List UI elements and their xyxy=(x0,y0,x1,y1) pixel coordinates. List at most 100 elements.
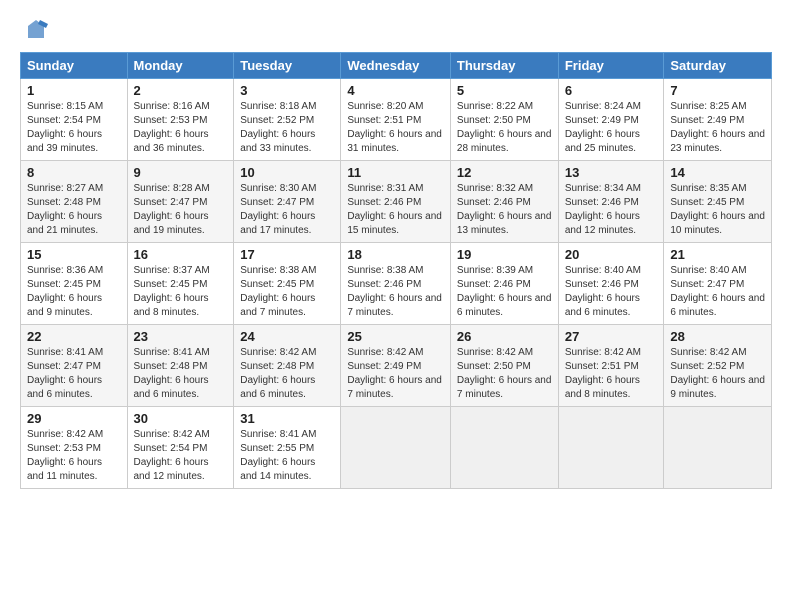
logo xyxy=(20,18,48,42)
calendar-day-cell: 3 Sunrise: 8:18 AM Sunset: 2:52 PM Daylig… xyxy=(234,79,341,161)
day-info: Sunrise: 8:32 AM Sunset: 2:46 PM Dayligh… xyxy=(457,182,552,238)
calendar-day-cell: 27 Sunrise: 8:42 AM Sunset: 2:51 PM Dayli… xyxy=(558,325,664,407)
calendar-day-cell: 23 Sunrise: 8:41 AM Sunset: 2:48 PM Dayli… xyxy=(127,325,234,407)
day-info: Sunrise: 8:42 AM Sunset: 2:48 PM Dayligh… xyxy=(240,346,334,402)
day-info: Sunrise: 8:38 AM Sunset: 2:46 PM Dayligh… xyxy=(347,264,444,320)
calendar-week-row: 8 Sunrise: 8:27 AM Sunset: 2:48 PM Daylig… xyxy=(21,161,772,243)
calendar-day-cell: 17 Sunrise: 8:38 AM Sunset: 2:45 PM Dayli… xyxy=(234,243,341,325)
day-number: 23 xyxy=(134,329,228,344)
day-info: Sunrise: 8:41 AM Sunset: 2:48 PM Dayligh… xyxy=(134,346,228,402)
day-number: 17 xyxy=(240,247,334,262)
day-info: Sunrise: 8:22 AM Sunset: 2:50 PM Dayligh… xyxy=(457,100,552,156)
day-number: 19 xyxy=(457,247,552,262)
calendar-day-cell: 15 Sunrise: 8:36 AM Sunset: 2:45 PM Dayli… xyxy=(21,243,128,325)
calendar-day-cell: 13Sunrise: 8:34 AM Sunset: 2:46 PM Dayli… xyxy=(558,161,664,243)
calendar-header-row: SundayMondayTuesdayWednesdayThursdayFrid… xyxy=(21,53,772,79)
day-header-wednesday: Wednesday xyxy=(341,53,451,79)
day-number: 15 xyxy=(27,247,121,262)
calendar-day-cell: 12Sunrise: 8:32 AM Sunset: 2:46 PM Dayli… xyxy=(450,161,558,243)
day-number: 8 xyxy=(27,165,121,180)
day-info: Sunrise: 8:18 AM Sunset: 2:52 PM Dayligh… xyxy=(240,100,334,156)
calendar-day-cell: 29 Sunrise: 8:42 AM Sunset: 2:53 PM Dayli… xyxy=(21,407,128,489)
day-info: Sunrise: 8:28 AM Sunset: 2:47 PM Dayligh… xyxy=(134,182,228,238)
day-number: 3 xyxy=(240,83,334,98)
day-info: Sunrise: 8:42 AM Sunset: 2:53 PM Dayligh… xyxy=(27,428,121,484)
calendar-day-cell: 14 Sunrise: 8:35 AM Sunset: 2:45 PM Dayli… xyxy=(664,161,772,243)
calendar-week-row: 15 Sunrise: 8:36 AM Sunset: 2:45 PM Dayli… xyxy=(21,243,772,325)
day-info: Sunrise: 8:37 AM Sunset: 2:45 PM Dayligh… xyxy=(134,264,228,320)
day-info: Sunrise: 8:42 AM Sunset: 2:54 PM Dayligh… xyxy=(134,428,228,484)
day-number: 26 xyxy=(457,329,552,344)
day-info: Sunrise: 8:35 AM Sunset: 2:45 PM Dayligh… xyxy=(670,182,765,238)
day-number: 16 xyxy=(134,247,228,262)
calendar-day-cell: 22Sunrise: 8:41 AM Sunset: 2:47 PM Dayli… xyxy=(21,325,128,407)
day-number: 29 xyxy=(27,411,121,426)
day-info: Sunrise: 8:42 AM Sunset: 2:51 PM Dayligh… xyxy=(565,346,658,402)
calendar-day-cell: 11 Sunrise: 8:31 AM Sunset: 2:46 PM Dayli… xyxy=(341,161,451,243)
day-header-saturday: Saturday xyxy=(664,53,772,79)
day-info: Sunrise: 8:42 AM Sunset: 2:50 PM Dayligh… xyxy=(457,346,552,402)
day-info: Sunrise: 8:15 AM Sunset: 2:54 PM Dayligh… xyxy=(27,100,121,156)
day-number: 31 xyxy=(240,411,334,426)
day-info: Sunrise: 8:38 AM Sunset: 2:45 PM Dayligh… xyxy=(240,264,334,320)
day-info: Sunrise: 8:39 AM Sunset: 2:46 PM Dayligh… xyxy=(457,264,552,320)
calendar-day-cell: 19 Sunrise: 8:39 AM Sunset: 2:46 PM Dayli… xyxy=(450,243,558,325)
calendar-day-cell: 9 Sunrise: 8:28 AM Sunset: 2:47 PM Daylig… xyxy=(127,161,234,243)
day-number: 4 xyxy=(347,83,444,98)
calendar-day-cell xyxy=(558,407,664,489)
header xyxy=(20,18,772,42)
day-number: 25 xyxy=(347,329,444,344)
day-info: Sunrise: 8:27 AM Sunset: 2:48 PM Dayligh… xyxy=(27,182,121,238)
day-info: Sunrise: 8:20 AM Sunset: 2:51 PM Dayligh… xyxy=(347,100,444,156)
day-number: 10 xyxy=(240,165,334,180)
calendar-day-cell: 24 Sunrise: 8:42 AM Sunset: 2:48 PM Dayli… xyxy=(234,325,341,407)
calendar-day-cell: 20Sunrise: 8:40 AM Sunset: 2:46 PM Dayli… xyxy=(558,243,664,325)
calendar-week-row: 22Sunrise: 8:41 AM Sunset: 2:47 PM Dayli… xyxy=(21,325,772,407)
day-header-friday: Friday xyxy=(558,53,664,79)
calendar-day-cell: 30Sunrise: 8:42 AM Sunset: 2:54 PM Dayli… xyxy=(127,407,234,489)
calendar-day-cell: 4 Sunrise: 8:20 AM Sunset: 2:51 PM Daylig… xyxy=(341,79,451,161)
calendar-day-cell: 16 Sunrise: 8:37 AM Sunset: 2:45 PM Dayli… xyxy=(127,243,234,325)
day-header-sunday: Sunday xyxy=(21,53,128,79)
day-number: 2 xyxy=(134,83,228,98)
calendar-week-row: 29 Sunrise: 8:42 AM Sunset: 2:53 PM Dayli… xyxy=(21,407,772,489)
calendar-day-cell xyxy=(341,407,451,489)
calendar-day-cell: 21Sunrise: 8:40 AM Sunset: 2:47 PM Dayli… xyxy=(664,243,772,325)
calendar-day-cell: 31 Sunrise: 8:41 AM Sunset: 2:55 PM Dayli… xyxy=(234,407,341,489)
day-header-tuesday: Tuesday xyxy=(234,53,341,79)
day-info: Sunrise: 8:36 AM Sunset: 2:45 PM Dayligh… xyxy=(27,264,121,320)
day-info: Sunrise: 8:42 AM Sunset: 2:52 PM Dayligh… xyxy=(670,346,765,402)
day-info: Sunrise: 8:34 AM Sunset: 2:46 PM Dayligh… xyxy=(565,182,658,238)
day-info: Sunrise: 8:42 AM Sunset: 2:49 PM Dayligh… xyxy=(347,346,444,402)
day-number: 27 xyxy=(565,329,658,344)
day-number: 18 xyxy=(347,247,444,262)
calendar-day-cell: 28 Sunrise: 8:42 AM Sunset: 2:52 PM Dayli… xyxy=(664,325,772,407)
day-number: 14 xyxy=(670,165,765,180)
calendar-week-row: 1 Sunrise: 8:15 AM Sunset: 2:54 PM Daylig… xyxy=(21,79,772,161)
day-number: 28 xyxy=(670,329,765,344)
calendar-day-cell: 26 Sunrise: 8:42 AM Sunset: 2:50 PM Dayli… xyxy=(450,325,558,407)
day-number: 5 xyxy=(457,83,552,98)
day-info: Sunrise: 8:40 AM Sunset: 2:46 PM Dayligh… xyxy=(565,264,658,320)
day-header-monday: Monday xyxy=(127,53,234,79)
calendar-day-cell: 6Sunrise: 8:24 AM Sunset: 2:49 PM Daylig… xyxy=(558,79,664,161)
day-number: 11 xyxy=(347,165,444,180)
day-info: Sunrise: 8:25 AM Sunset: 2:49 PM Dayligh… xyxy=(670,100,765,156)
calendar-day-cell: 25 Sunrise: 8:42 AM Sunset: 2:49 PM Dayli… xyxy=(341,325,451,407)
day-number: 1 xyxy=(27,83,121,98)
day-number: 9 xyxy=(134,165,228,180)
day-number: 24 xyxy=(240,329,334,344)
day-number: 7 xyxy=(670,83,765,98)
day-header-thursday: Thursday xyxy=(450,53,558,79)
day-number: 6 xyxy=(565,83,658,98)
day-info: Sunrise: 8:41 AM Sunset: 2:55 PM Dayligh… xyxy=(240,428,334,484)
calendar-day-cell: 10Sunrise: 8:30 AM Sunset: 2:47 PM Dayli… xyxy=(234,161,341,243)
day-info: Sunrise: 8:41 AM Sunset: 2:47 PM Dayligh… xyxy=(27,346,121,402)
day-info: Sunrise: 8:40 AM Sunset: 2:47 PM Dayligh… xyxy=(670,264,765,320)
calendar-day-cell: 7 Sunrise: 8:25 AM Sunset: 2:49 PM Daylig… xyxy=(664,79,772,161)
calendar: SundayMondayTuesdayWednesdayThursdayFrid… xyxy=(20,52,772,489)
calendar-day-cell: 1 Sunrise: 8:15 AM Sunset: 2:54 PM Daylig… xyxy=(21,79,128,161)
calendar-day-cell: 5 Sunrise: 8:22 AM Sunset: 2:50 PM Daylig… xyxy=(450,79,558,161)
day-info: Sunrise: 8:31 AM Sunset: 2:46 PM Dayligh… xyxy=(347,182,444,238)
calendar-day-cell: 18 Sunrise: 8:38 AM Sunset: 2:46 PM Dayli… xyxy=(341,243,451,325)
